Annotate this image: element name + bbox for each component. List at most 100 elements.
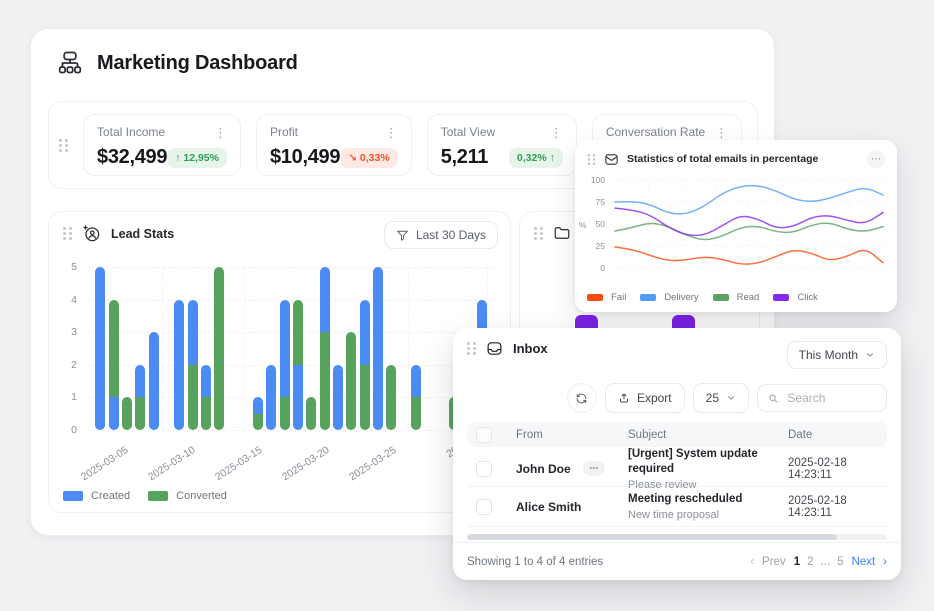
page-button[interactable]: 1 [794,556,800,568]
email-chart-legend: Fail Delivery Read Click [587,292,818,303]
inbox-table: From Subject Date John Doe ⋯ [Urgent] Syst… [467,422,887,527]
kebab-menu-icon[interactable]: ⋮ [715,126,728,139]
page-title: Marketing Dashboard [97,52,298,75]
row-checkbox[interactable] [476,499,492,515]
search-input[interactable] [785,390,876,406]
lead-stats-bar [411,365,421,430]
trend-badge: 0,32% ↑ [509,148,563,168]
drag-handle[interactable] [588,153,596,164]
inbox-icon [486,340,503,357]
drag-handle[interactable] [534,227,543,240]
lead-stats-bar [280,300,290,430]
row-checkbox[interactable] [476,461,492,477]
lead-stats-bar [293,300,303,430]
lead-stats-bar [122,397,132,430]
select-all-checkbox[interactable] [476,427,492,443]
scrollbar-thumb[interactable] [467,534,837,540]
horizontal-scrollbar[interactable] [467,534,887,540]
lead-stats-panel: Lead Stats Last 30 Days 012345 2025-03-0… [48,211,511,513]
x-tick-label: 20 [402,444,461,488]
table-row[interactable]: John Doe ⋯ [Urgent] System update required… [467,447,887,487]
page-button[interactable]: 2 [807,556,813,568]
kebab-menu-icon[interactable]: ⋮ [214,126,227,139]
trend-badge: ↑ 12,95% [167,148,227,168]
x-axis-labels: 2025-03-052025-03-102025-03-152025-03-20… [87,438,497,478]
funnel-icon [396,229,409,242]
stat-label: Profit [270,125,298,139]
lead-stats-bar [333,365,343,430]
email-subject: [Urgent] System update required [628,447,788,477]
email-stats-panel: Statistics of total emails in percentage… [575,140,897,312]
next-chevron-icon[interactable]: › [883,556,887,568]
stat-value: $10,499 [270,146,340,169]
export-label: Export [637,391,672,405]
date-filter-label: Last 30 Days [416,228,486,242]
column-header-from: From [516,429,628,441]
email-preview: New time proposal [628,509,788,521]
search-icon [768,392,778,405]
y-tick-label: 5 [57,261,77,273]
drag-handle[interactable] [59,139,68,152]
refresh-button[interactable] [567,383,597,413]
lead-stats-bar [149,332,159,430]
prev-button[interactable]: Prev [762,556,786,568]
email-date: 2025-02-18 14:23:11 [788,457,887,481]
stat-label: Total Income [97,125,165,139]
lead-stats-bar [320,267,330,430]
y-tick-label: 100 [583,175,605,185]
y-tick-label: 3 [57,326,77,338]
row-menu-button[interactable]: ⋯ [583,461,605,476]
sender-name: Alice Smith [516,500,581,514]
table-header-row: From Subject Date [467,422,887,447]
inbox-toolbar: Export 25 [567,383,887,413]
table-row[interactable]: Alice SmithMeeting rescheduledNew time p… [467,487,887,527]
chevron-down-icon [726,393,736,403]
dashboard-header: Marketing Dashboard [56,49,298,77]
legend-item-converted: Converted [148,490,227,502]
stat-label: Conversation Rate [606,125,705,139]
sender-name: John Doe [516,462,571,476]
chevron-down-icon [865,350,875,360]
period-select[interactable]: This Month [787,341,887,369]
y-tick-label: 75 [583,197,605,207]
export-button[interactable]: Export [605,383,685,413]
page-size-select[interactable]: 25 [693,383,749,413]
legend-chip [148,491,168,501]
pagination: ‹ Prev 12...5 Next › [750,556,887,568]
drag-handle[interactable] [467,342,476,355]
email-date: 2025-02-18 14:23:11 [788,495,887,519]
email-line-chart [611,178,887,274]
lead-stats-bar [360,300,370,430]
legend-item-read: Read [713,292,760,303]
stat-label: Total View [441,125,495,139]
lead-stats-bar [373,267,383,430]
prev-chevron-icon[interactable]: ‹ [750,556,754,568]
y-tick-label: 0 [57,424,77,436]
stat-card-profit: Profit ⋮ $10,499 ↘ 0,33% [256,114,412,176]
panel-title: Lead Stats [111,227,174,241]
export-icon [618,392,630,404]
column-header-subject: Subject [628,429,788,441]
trend-badge: ↘ 0,33% [340,148,398,168]
line-series-delivery [615,186,883,214]
lead-stats-bar [253,397,263,430]
panel-menu-button[interactable]: ⋯ [867,150,885,168]
legend-item-fail: Fail [587,292,626,303]
page-button[interactable]: 5 [837,556,843,568]
drag-handle[interactable] [63,227,72,240]
x-tick-label: 2025-03-10 [139,444,198,488]
lead-stats-bar [346,332,356,430]
lead-stats-bar [266,365,276,430]
stat-card-total-income: Total Income ⋮ $32,499 ↑ 12,95% [83,114,241,176]
next-button[interactable]: Next [852,556,876,568]
y-tick-label: 2 [57,359,77,371]
kebab-menu-icon[interactable]: ⋮ [550,126,563,139]
date-filter-button[interactable]: Last 30 Days [384,221,498,249]
x-tick-label: 2025-03-05 [72,444,131,488]
kebab-menu-icon[interactable]: ⋮ [385,126,398,139]
column-header-date: Date [788,429,887,441]
lead-user-icon [82,224,101,243]
entries-summary: Showing 1 to 4 of 4 entries [467,556,603,568]
page-size-value: 25 [706,391,719,405]
lead-stats-bar [174,300,184,430]
